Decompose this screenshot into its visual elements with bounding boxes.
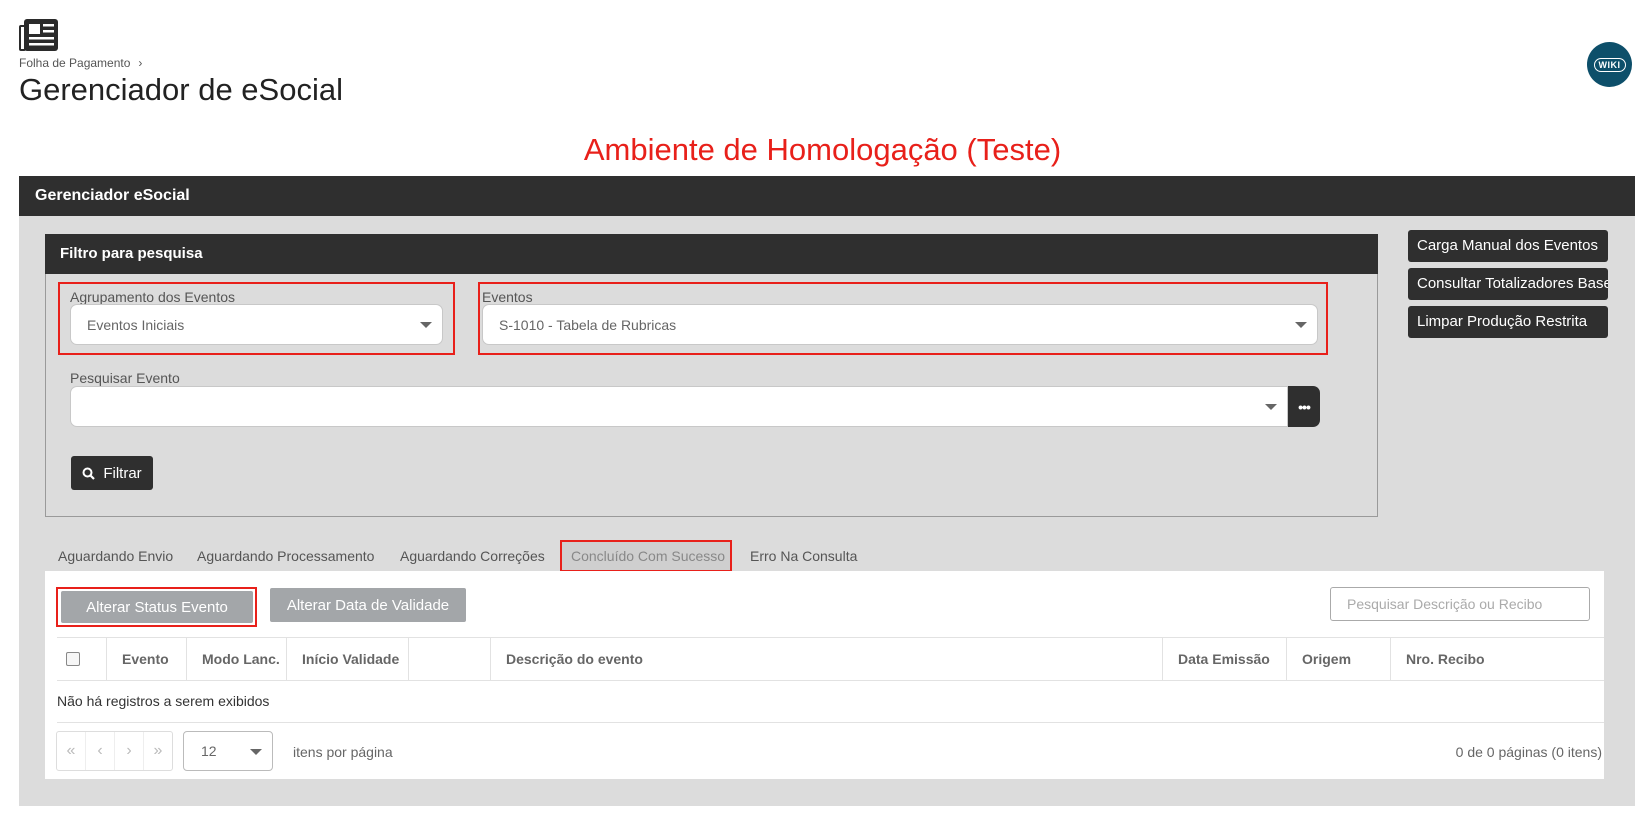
column-evento[interactable]: Evento: [107, 638, 187, 680]
alter-validity-button[interactable]: Alterar Data de Validade: [270, 588, 466, 622]
caret-down-icon: [1295, 322, 1307, 328]
filter-button[interactable]: Filtrar: [71, 456, 153, 490]
column-origem[interactable]: Origem: [1287, 638, 1391, 680]
wiki-label: WIKI: [1593, 57, 1626, 72]
column-modo-lanc[interactable]: Modo Lanc.: [187, 638, 287, 680]
page-size-select[interactable]: 12: [183, 731, 273, 771]
grouping-value: Eventos Iniciais: [87, 317, 185, 333]
newspaper-icon: [19, 18, 59, 52]
ellipsis-icon[interactable]: •••: [1288, 386, 1320, 427]
caret-down-icon: [420, 322, 432, 328]
clear-restricted-button[interactable]: Limpar Produção Restrita: [1408, 306, 1608, 338]
tab-completed[interactable]: Concluído Com Sucesso: [571, 548, 725, 564]
tab-query-error[interactable]: Erro Na Consulta: [750, 548, 857, 564]
page-size-value: 12: [201, 743, 217, 759]
environment-banner: Ambiente de Homologação (Teste): [583, 132, 1062, 167]
search-event-select[interactable]: [70, 386, 1288, 427]
wiki-button[interactable]: WIKI: [1587, 42, 1632, 87]
last-page-icon[interactable]: »: [144, 732, 172, 770]
column-data-emissao[interactable]: Data Emissão: [1163, 638, 1287, 680]
select-all-checkbox[interactable]: [66, 652, 80, 666]
tab-awaiting-send[interactable]: Aguardando Envio: [58, 548, 173, 564]
pager: « ‹ › »: [56, 731, 173, 771]
grouping-label: Agrupamento dos Eventos: [70, 289, 235, 305]
search-icon: [82, 467, 96, 480]
first-page-icon[interactable]: «: [57, 732, 86, 770]
filter-title: Filtro para pesquisa: [45, 234, 1378, 274]
chevron-right-icon: ›: [138, 56, 143, 70]
page-info: 0 de 0 páginas (0 itens): [1455, 744, 1602, 760]
filter-button-label: Filtrar: [103, 464, 142, 482]
events-select[interactable]: S-1010 - Tabela de Rubricas: [482, 304, 1318, 345]
caret-down-icon: [250, 749, 262, 755]
grouping-select[interactable]: Eventos Iniciais: [70, 304, 443, 345]
prev-page-icon[interactable]: ‹: [86, 732, 115, 770]
totalizers-button[interactable]: Consultar Totalizadores Base: [1408, 268, 1608, 300]
breadcrumb-item[interactable]: Folha de Pagamento: [19, 56, 130, 70]
search-description-input[interactable]: Pesquisar Descrição ou Recibo: [1330, 587, 1590, 621]
table-header: Evento Modo Lanc. Início Validade Descri…: [57, 637, 1604, 681]
column-nro-recibo[interactable]: Nro. Recibo: [1391, 638, 1604, 680]
alter-status-button[interactable]: Alterar Status Evento: [61, 591, 253, 623]
breadcrumb: Folha de Pagamento ›: [19, 56, 142, 70]
column-descricao[interactable]: Descrição do evento: [491, 638, 1163, 680]
empty-message: Não há registros a serem exibidos: [57, 681, 1604, 723]
panel-title: Gerenciador eSocial: [19, 176, 1635, 216]
manual-load-button[interactable]: Carga Manual dos Eventos: [1408, 230, 1608, 262]
caret-down-icon: [1265, 404, 1277, 410]
next-page-icon[interactable]: ›: [115, 732, 144, 770]
tab-awaiting-corrections[interactable]: Aguardando Correções: [400, 548, 545, 564]
events-label: Eventos: [482, 289, 533, 305]
per-page-label: itens por página: [293, 744, 393, 760]
column-blank: [409, 638, 491, 680]
page-title: Gerenciador de eSocial: [19, 72, 343, 107]
select-all-cell: [57, 638, 107, 680]
search-event-label: Pesquisar Evento: [70, 370, 180, 386]
column-inicio-validade[interactable]: Início Validade: [287, 638, 409, 680]
events-value: S-1010 - Tabela de Rubricas: [499, 317, 677, 333]
tab-awaiting-processing[interactable]: Aguardando Processamento: [197, 548, 374, 564]
